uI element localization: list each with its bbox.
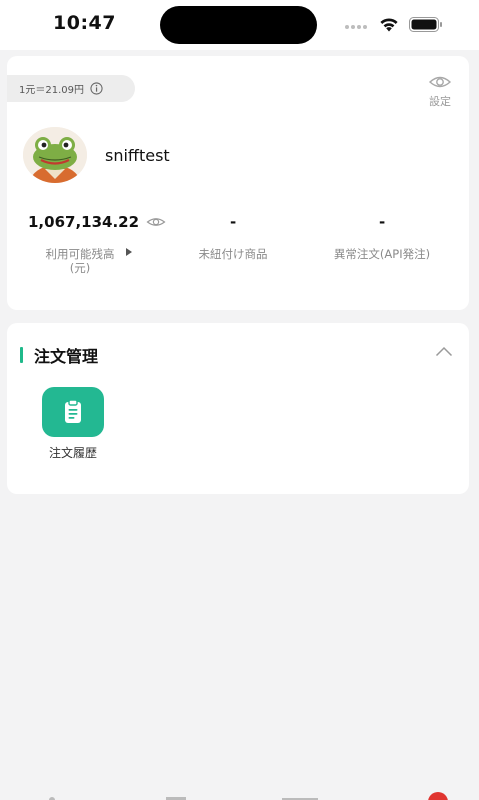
info-icon <box>90 82 103 95</box>
balance-label[interactable]: 利用可能残高(元) <box>37 247 123 275</box>
abnormal-orders-label[interactable]: 異常注文(API発注) <box>332 247 432 261</box>
account-card: 1元＝21.09円 設定 snifftest 1,067,134.22 - - … <box>7 56 469 310</box>
settings-label: 設定 <box>429 95 451 108</box>
username: snifftest <box>105 146 170 165</box>
frog-avatar-image <box>23 127 87 183</box>
section-accent-bar <box>20 347 23 363</box>
order-history-button[interactable]: 注文履歴 <box>35 387 111 461</box>
balance-amount: 1,067,134.22 <box>28 213 140 231</box>
order-history-icon-tile <box>42 387 104 437</box>
unlinked-products-value: - <box>230 213 237 231</box>
order-management-card: 注文管理 注文履歴 <box>7 323 469 494</box>
bottom-tab-bar-edge <box>49 792 448 800</box>
section-title-text: 注文管理 <box>34 347 99 366</box>
toggle-visibility-icon[interactable] <box>146 215 166 229</box>
balance-value: 1,067,134.22 <box>28 213 166 231</box>
settings-button[interactable]: 設定 <box>423 72 457 109</box>
battery-icon <box>409 17 442 32</box>
eye-settings-icon <box>428 76 452 88</box>
dynamic-island <box>160 6 317 44</box>
avatar[interactable] <box>23 127 87 183</box>
section-title: 注文管理 <box>20 343 98 367</box>
triangle-right-icon[interactable] <box>125 247 133 257</box>
exchange-rate-text: 1元＝21.09円 <box>19 85 84 96</box>
order-history-label: 注文履歴 <box>48 446 97 460</box>
exchange-rate-badge[interactable]: 1元＝21.09円 <box>7 75 135 102</box>
clipboard-icon <box>65 399 81 423</box>
status-time: 10:47 <box>53 12 116 34</box>
abnormal-orders-value: - <box>379 213 386 231</box>
signal-icon <box>345 25 371 31</box>
status-bar: 10:47 <box>0 0 479 50</box>
chevron-up-icon[interactable] <box>435 346 453 357</box>
unlinked-products-label[interactable]: 未紐付け商品 <box>183 247 283 261</box>
wifi-icon <box>380 18 398 32</box>
